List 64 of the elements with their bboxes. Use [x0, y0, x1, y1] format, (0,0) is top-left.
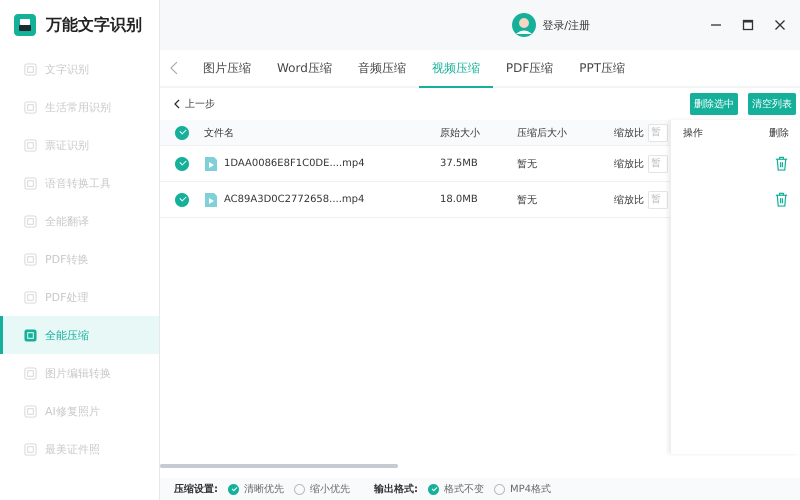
radio-button[interactable] [428, 484, 439, 494]
app-title: 万能文字识别 [46, 14, 142, 36]
table-cell-text: 18.0MB [440, 194, 479, 205]
chevron-left-icon[interactable] [170, 61, 178, 75]
column-header: 原始大小 [440, 126, 481, 140]
tab[interactable]: 图片压缩 [190, 50, 264, 88]
column-header: 删除 [769, 126, 789, 140]
column-header: 操作 [683, 126, 703, 140]
radio-button[interactable] [228, 484, 239, 494]
file-name: 1DAA0086E8F1C0DE....mp4 [224, 158, 365, 169]
scale-label: 缩放比 [614, 194, 644, 206]
feature-icon [24, 366, 37, 380]
video-file-icon [204, 192, 218, 208]
tab[interactable]: Word压缩 [264, 50, 345, 88]
close-icon[interactable] [774, 19, 786, 31]
setting-label: 输出格式: [374, 482, 418, 496]
feature-icon [24, 62, 37, 76]
tab[interactable]: 视频压缩 [418, 50, 493, 88]
feature-icon [24, 328, 37, 342]
tab[interactable]: PDF压缩 [492, 50, 566, 88]
table-cell-text: 暂无 [517, 194, 538, 206]
video-file-icon [204, 156, 218, 172]
feature-icon [24, 214, 37, 228]
radio-option[interactable]: 清晰优先 [228, 482, 284, 496]
action-button[interactable]: 清空列表 [748, 93, 796, 115]
feature-icon [24, 252, 37, 266]
radio-button[interactable] [294, 484, 305, 494]
radio-option[interactable]: 缩小优先 [294, 482, 350, 496]
select-all-checkbox[interactable] [175, 126, 189, 140]
feature-icon [24, 442, 37, 456]
login-link[interactable]: 登录/注册 [542, 18, 590, 32]
avatar-icon[interactable] [512, 13, 536, 37]
table-cell-text: 37.5MB [440, 158, 479, 169]
feature-icon [24, 404, 37, 418]
scale-label: 缩放比 [614, 158, 644, 170]
chevron-left-icon [174, 99, 180, 109]
table-cell-text: 暂无 [517, 158, 538, 170]
scrollbar[interactable] [160, 464, 398, 468]
setting-label: 压缩设置: [174, 482, 218, 496]
trash-icon[interactable] [774, 156, 789, 171]
row-checkbox[interactable] [175, 192, 189, 206]
feature-icon [24, 100, 37, 114]
radio-button[interactable] [494, 484, 505, 494]
radio-option[interactable]: 格式不变 [428, 482, 484, 496]
column-header: 文件名 [204, 126, 235, 140]
tab[interactable]: 音频压缩 [344, 50, 419, 88]
action-button[interactable]: 删除选中 [690, 93, 738, 115]
sidebar-item[interactable]: 全能压缩 [0, 316, 159, 354]
feature-icon [24, 290, 37, 304]
column-header: 压缩后大小 [517, 126, 568, 140]
feature-icon [24, 176, 37, 190]
radio-option[interactable]: MP4格式 [494, 482, 552, 496]
scale-input[interactable]: 暂 [648, 154, 668, 172]
back-link[interactable]: 上一步 [174, 97, 215, 111]
maximize-icon[interactable] [742, 19, 754, 31]
logo-icon [14, 14, 36, 36]
row-checkbox[interactable] [175, 156, 189, 170]
column-header: 缩放比 [614, 126, 644, 140]
feature-icon [24, 138, 37, 152]
scale-input[interactable]: 暂 [648, 124, 668, 142]
file-name: AC89A3D0C2772658....mp4 [224, 194, 364, 205]
trash-icon[interactable] [774, 192, 789, 207]
scale-input[interactable]: 暂 [648, 190, 668, 208]
tab[interactable]: PPT压缩 [566, 50, 638, 88]
